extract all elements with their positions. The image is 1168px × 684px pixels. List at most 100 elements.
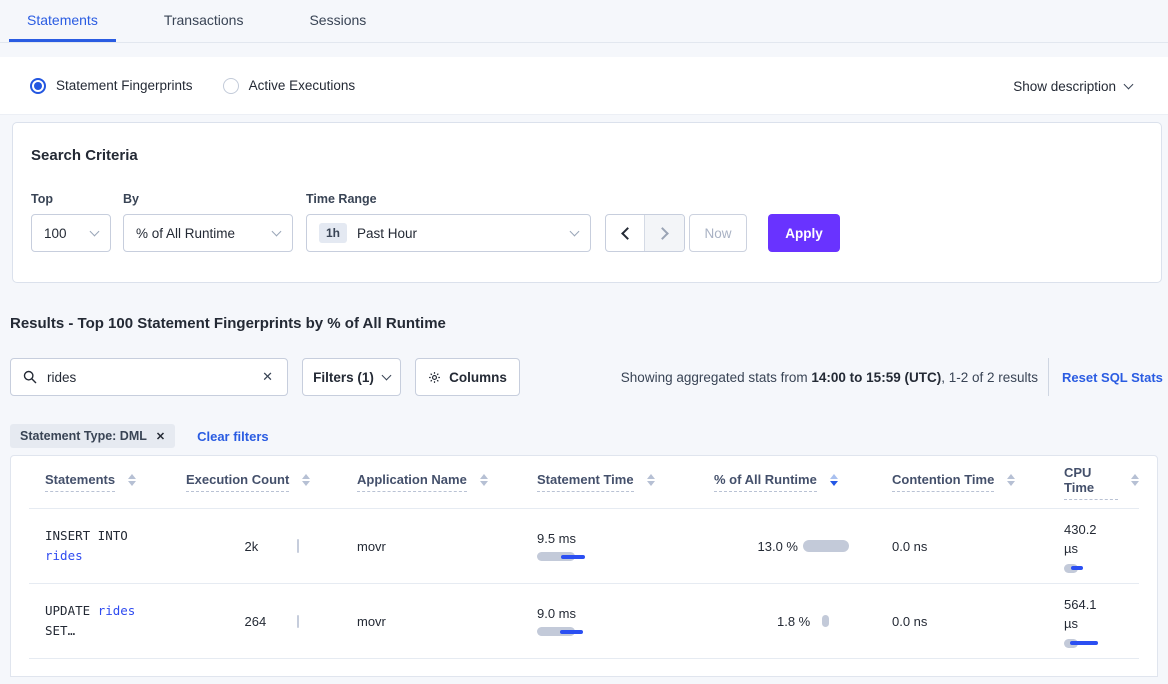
radio-active-executions[interactable]: Active Executions xyxy=(223,78,356,94)
time-range-badge: 1h xyxy=(319,223,347,243)
results-heading: Results - Top 100 Statement Fingerprints… xyxy=(10,315,446,332)
statement-time-bar xyxy=(537,627,597,636)
filter-chip-statement-type[interactable]: Statement Type: DML ✕ xyxy=(10,424,175,448)
chevron-down-icon xyxy=(570,226,580,236)
search-input[interactable] xyxy=(47,370,260,385)
filters-button[interactable]: Filters (1) xyxy=(302,358,401,396)
chevron-right-icon xyxy=(656,227,669,240)
statement-time-cell: 9.0 ms xyxy=(537,584,714,658)
search-criteria-card: Search Criteria Top By Time Range 100 % … xyxy=(12,122,1162,283)
execution-count-cell: 264 xyxy=(186,584,357,658)
filters-button-label: Filters (1) xyxy=(313,370,374,385)
contention-time-cell: 0.0 ns xyxy=(892,584,1064,658)
table-row: UPDATE rides SET… 264 movr 9.0 ms 1.8 % … xyxy=(29,584,1139,659)
remove-filter-icon[interactable]: ✕ xyxy=(156,430,165,443)
statement-link[interactable]: rides xyxy=(98,603,136,618)
top-select-value: 100 xyxy=(44,226,67,241)
sort-icon xyxy=(1131,474,1139,486)
execution-count-bar xyxy=(297,615,299,628)
table-header-row: Statements Execution Count Application N… xyxy=(29,456,1139,509)
clear-search-icon[interactable]: ✕ xyxy=(260,367,275,387)
cpu-time-bar xyxy=(1064,564,1124,573)
search-criteria-title: Search Criteria xyxy=(31,147,138,164)
chevron-down-icon xyxy=(90,226,100,236)
next-time-button[interactable] xyxy=(645,215,684,251)
reset-sql-stats-link[interactable]: Reset SQL Stats xyxy=(1062,358,1163,396)
radio-statement-fingerprints-label: Statement Fingerprints xyxy=(56,78,193,93)
cpu-time-cell: 564.1 µs xyxy=(1064,584,1139,658)
pct-runtime-cell: 13.0 % xyxy=(714,509,892,583)
statement-cell: INSERT INTO rides xyxy=(45,509,186,583)
chevron-down-icon xyxy=(1124,79,1134,89)
execution-count-cell: 2k xyxy=(186,509,357,583)
stats-note-prefix: Showing aggregated stats from xyxy=(621,370,812,385)
previous-time-button[interactable] xyxy=(606,215,645,251)
table-row: INSERT INTO rides 2k movr 9.5 ms 13.0 % … xyxy=(29,509,1139,584)
apply-button[interactable]: Apply xyxy=(768,214,840,252)
application-name-cell: movr xyxy=(357,509,537,583)
time-range-value: Past Hour xyxy=(357,226,417,241)
sort-icon xyxy=(128,474,136,486)
view-toggle-panel: Statement Fingerprints Active Executions… xyxy=(0,57,1168,115)
columns-button-label: Columns xyxy=(449,370,507,385)
time-range-select[interactable]: 1h Past Hour xyxy=(306,214,591,252)
sort-icon xyxy=(302,474,310,486)
now-button[interactable]: Now xyxy=(689,214,747,252)
column-header-statement-time[interactable]: Statement Time xyxy=(537,472,714,492)
contention-time-cell: 0.0 ns xyxy=(892,509,1064,583)
tab-transactions[interactable]: Transactions xyxy=(146,0,262,42)
by-label: By xyxy=(123,192,139,206)
pct-runtime-cell: 1.8 % xyxy=(714,584,892,658)
stats-note-suffix: , 1-2 of 2 results xyxy=(941,370,1038,385)
filter-chip-label: Statement Type: DML xyxy=(20,429,147,443)
vertical-divider xyxy=(1048,358,1049,396)
show-description-label: Show description xyxy=(1013,79,1116,94)
radio-selected-icon xyxy=(30,78,46,94)
execution-count-bar xyxy=(297,539,299,553)
statement-time-bar xyxy=(537,552,597,561)
column-header-cpu-time[interactable]: CPU Time xyxy=(1064,465,1139,500)
sort-icon xyxy=(1007,474,1015,486)
tab-sessions[interactable]: Sessions xyxy=(291,0,384,42)
application-name-cell: movr xyxy=(357,584,537,658)
statement-text: INSERT INTO xyxy=(45,528,128,543)
time-nav-group xyxy=(605,214,685,252)
time-range-label: Time Range xyxy=(306,192,377,206)
statement-time-cell: 9.5 ms xyxy=(537,509,714,583)
by-select-value: % of All Runtime xyxy=(136,226,235,241)
statement-cell: UPDATE rides SET… xyxy=(45,584,186,658)
statement-text: SET… xyxy=(45,623,75,638)
sort-desc-icon xyxy=(830,474,838,486)
sort-icon xyxy=(480,474,488,486)
statements-table: Statements Execution Count Application N… xyxy=(10,455,1158,677)
radio-unselected-icon xyxy=(223,78,239,94)
by-select[interactable]: % of All Runtime xyxy=(123,214,293,252)
clear-filters-link[interactable]: Clear filters xyxy=(197,429,269,444)
tab-bar: Statements Transactions Sessions xyxy=(0,0,1168,43)
chevron-down-icon xyxy=(272,226,282,236)
stats-note-range: 14:00 to 15:59 (UTC) xyxy=(811,370,941,385)
radio-statement-fingerprints[interactable]: Statement Fingerprints xyxy=(30,78,193,94)
column-header-contention-time[interactable]: Contention Time xyxy=(892,472,1064,492)
pct-runtime-bar xyxy=(822,615,829,627)
chevron-left-icon xyxy=(621,227,634,240)
tab-statements[interactable]: Statements xyxy=(9,0,116,42)
gear-icon xyxy=(428,371,441,384)
search-icon xyxy=(23,370,37,384)
search-box: ✕ xyxy=(10,358,288,396)
cpu-time-bar xyxy=(1064,639,1124,648)
results-toolbar: ✕ Filters (1) Columns Showing aggregated… xyxy=(0,358,1168,396)
show-description-toggle[interactable]: Show description xyxy=(1013,57,1132,115)
columns-button[interactable]: Columns xyxy=(415,358,520,396)
column-header-application-name[interactable]: Application Name xyxy=(357,472,537,492)
pct-runtime-bar xyxy=(803,540,849,552)
chevron-down-icon xyxy=(381,370,391,380)
top-label: Top xyxy=(31,192,53,206)
column-header-statements[interactable]: Statements xyxy=(45,472,186,492)
statement-link[interactable]: rides xyxy=(45,548,83,563)
statement-text: UPDATE xyxy=(45,603,98,618)
column-header-execution-count[interactable]: Execution Count xyxy=(186,472,357,492)
top-select[interactable]: 100 xyxy=(31,214,111,252)
column-header-pct-of-all-runtime[interactable]: % of All Runtime xyxy=(714,472,892,492)
active-filters-row: Statement Type: DML ✕ Clear filters xyxy=(10,424,269,448)
